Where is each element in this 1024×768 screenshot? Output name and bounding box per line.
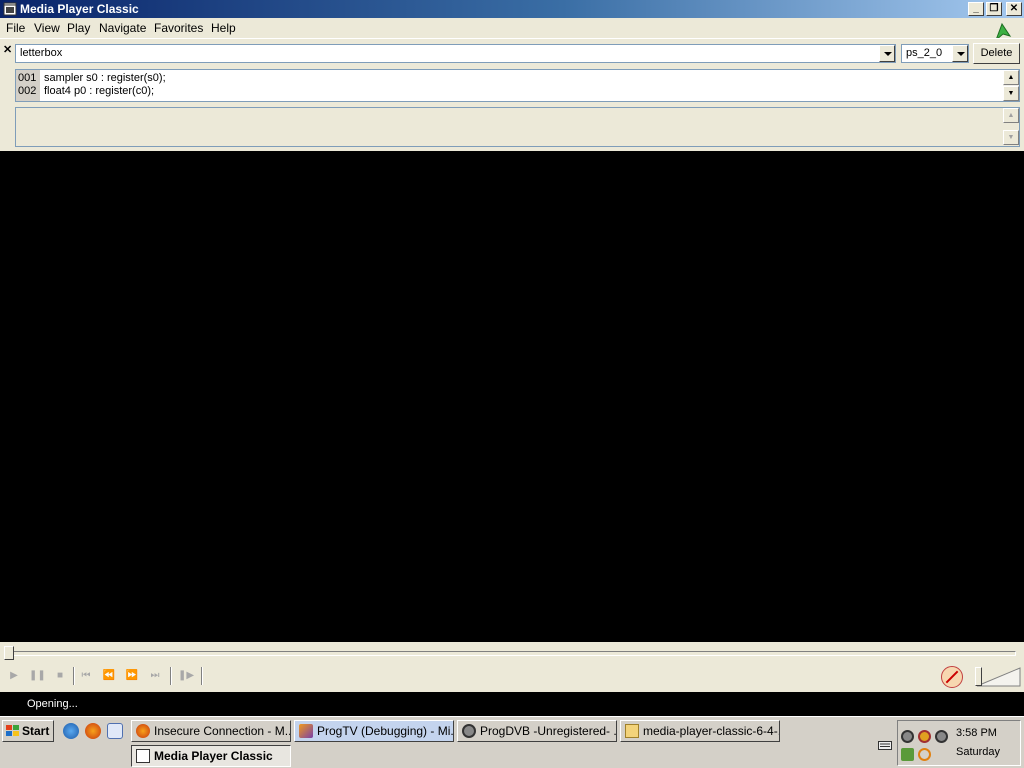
volume-slider[interactable] bbox=[975, 666, 1021, 688]
taskbar: Start Insecure Connection - M... ProgTV … bbox=[0, 716, 1024, 768]
play-icon[interactable]: ▶ bbox=[6, 669, 22, 683]
line-number-gutter: 001 002 bbox=[16, 70, 40, 101]
network-tray-icon[interactable] bbox=[918, 730, 931, 743]
chevron-down-icon[interactable] bbox=[952, 45, 968, 62]
output-scrollbar[interactable]: ▲ ▼ bbox=[1003, 108, 1019, 146]
firefox-icon bbox=[136, 724, 150, 738]
code-editor[interactable]: 001 002 sampler s0 : register(s0); float… bbox=[15, 69, 1020, 102]
previous-icon[interactable]: ⏮ bbox=[78, 669, 94, 683]
title-bar[interactable]: Media Player Classic _ ❐ ✕ bbox=[0, 0, 1024, 18]
clock[interactable]: 3:58 PM bbox=[956, 727, 997, 739]
shader-select-value: letterbox bbox=[20, 47, 63, 59]
taskbar-item-label: media-player-classic-6-4-... bbox=[643, 724, 780, 738]
media-player-icon bbox=[3, 2, 17, 16]
status-bar: Opening... bbox=[0, 692, 1024, 716]
start-label: Start bbox=[22, 724, 50, 738]
day-label: Saturday bbox=[956, 746, 1001, 758]
profile-select[interactable]: ps_2_0 bbox=[901, 44, 969, 63]
system-tray: 3:58 PM Saturday bbox=[897, 720, 1021, 766]
taskbar-item-label: Insecure Connection - M... bbox=[154, 724, 291, 738]
line-number: 001 bbox=[18, 72, 37, 84]
hardware-tray-icon[interactable] bbox=[901, 748, 914, 761]
shader-select[interactable]: letterbox bbox=[15, 44, 896, 63]
seek-thumb[interactable] bbox=[4, 646, 14, 660]
visual-studio-icon bbox=[299, 724, 313, 738]
progtv-tray-icon[interactable] bbox=[935, 730, 948, 743]
scroll-up-icon[interactable]: ▲ bbox=[1003, 70, 1019, 85]
menu-help[interactable]: Help bbox=[211, 21, 236, 35]
taskbar-item[interactable]: Insecure Connection - M... bbox=[131, 720, 291, 742]
close-panel-icon[interactable]: ✕ bbox=[3, 43, 12, 56]
close-button[interactable]: ✕ bbox=[1006, 2, 1022, 16]
chevron-down-icon[interactable] bbox=[879, 45, 895, 62]
menu-view[interactable]: View bbox=[34, 21, 60, 35]
taskbar-item[interactable]: ProgTV (Debugging) - Mi... bbox=[294, 720, 454, 742]
taskbar-item[interactable]: ProgDVB -Unregistered- ... bbox=[457, 720, 617, 742]
stop-icon[interactable]: ■ bbox=[52, 669, 68, 683]
window-title: Media Player Classic bbox=[20, 2, 139, 16]
pause-icon[interactable]: ❚❚ bbox=[29, 669, 46, 683]
code-line[interactable]: float4 p0 : register(c0); bbox=[44, 85, 154, 97]
internet-explorer-icon[interactable] bbox=[63, 723, 79, 739]
separator bbox=[73, 667, 75, 685]
progdvb-tray-icon[interactable] bbox=[901, 730, 914, 743]
minimize-button[interactable]: _ bbox=[968, 2, 984, 16]
show-desktop-icon[interactable] bbox=[107, 723, 123, 739]
taskbar-item-active[interactable]: Media Player Classic bbox=[131, 745, 291, 767]
volume-thumb[interactable] bbox=[975, 667, 982, 686]
next-icon[interactable]: ⏭ bbox=[147, 669, 163, 683]
menu-navigate[interactable]: Navigate bbox=[99, 21, 146, 35]
taskbar-item[interactable]: media-player-classic-6-4-... bbox=[620, 720, 780, 742]
menu-file[interactable]: File bbox=[6, 21, 25, 35]
code-scrollbar[interactable]: ▲ ▼ bbox=[1003, 70, 1019, 101]
firefox-icon[interactable] bbox=[85, 723, 101, 739]
menu-bar: File View Play Navigate Favorites Help bbox=[0, 18, 1024, 41]
profile-select-value: ps_2_0 bbox=[906, 47, 943, 59]
playback-controls: ▶ ❚❚ ■ ⏮ ⏪ ⏩ ⏭ ❚▶ bbox=[0, 642, 1024, 692]
separator bbox=[170, 667, 172, 685]
windows-logo-icon bbox=[6, 725, 19, 736]
menu-play[interactable]: Play bbox=[67, 21, 90, 35]
seek-bar[interactable] bbox=[8, 651, 1016, 656]
mpc-icon bbox=[136, 749, 150, 763]
progdvb-icon bbox=[462, 724, 476, 738]
scroll-up-icon[interactable]: ▲ bbox=[1003, 108, 1019, 123]
folder-icon bbox=[625, 724, 639, 738]
line-number: 002 bbox=[18, 85, 37, 97]
taskbar-item-label: ProgTV (Debugging) - Mi... bbox=[317, 724, 454, 738]
scroll-down-icon[interactable]: ▼ bbox=[1003, 86, 1019, 101]
shader-editor-panel: ✕ letterbox ps_2_0 Delete 001 002 sample… bbox=[0, 38, 1024, 151]
separator bbox=[201, 667, 203, 685]
frame-step-icon[interactable]: ❚▶ bbox=[178, 669, 194, 683]
taskbar-item-label: Media Player Classic bbox=[154, 749, 273, 763]
restore-button[interactable]: ❐ bbox=[986, 2, 1002, 16]
code-line[interactable]: sampler s0 : register(s0); bbox=[44, 72, 166, 84]
menu-favorites[interactable]: Favorites bbox=[154, 21, 203, 35]
search-icon[interactable] bbox=[918, 748, 931, 761]
taskbar-item-label: ProgDVB -Unregistered- ... bbox=[480, 724, 617, 738]
compiler-output[interactable]: ▲ ▼ bbox=[15, 107, 1020, 147]
status-text: Opening... bbox=[27, 698, 78, 710]
rewind-icon[interactable]: ⏪ bbox=[101, 669, 117, 683]
scroll-down-icon[interactable]: ▼ bbox=[1003, 130, 1019, 145]
keyboard-icon[interactable] bbox=[878, 738, 892, 750]
video-area[interactable] bbox=[0, 151, 1024, 642]
delete-button[interactable]: Delete bbox=[973, 43, 1020, 64]
mute-icon[interactable] bbox=[941, 666, 963, 688]
start-button[interactable]: Start bbox=[2, 720, 54, 742]
fast-forward-icon[interactable]: ⏩ bbox=[124, 669, 140, 683]
